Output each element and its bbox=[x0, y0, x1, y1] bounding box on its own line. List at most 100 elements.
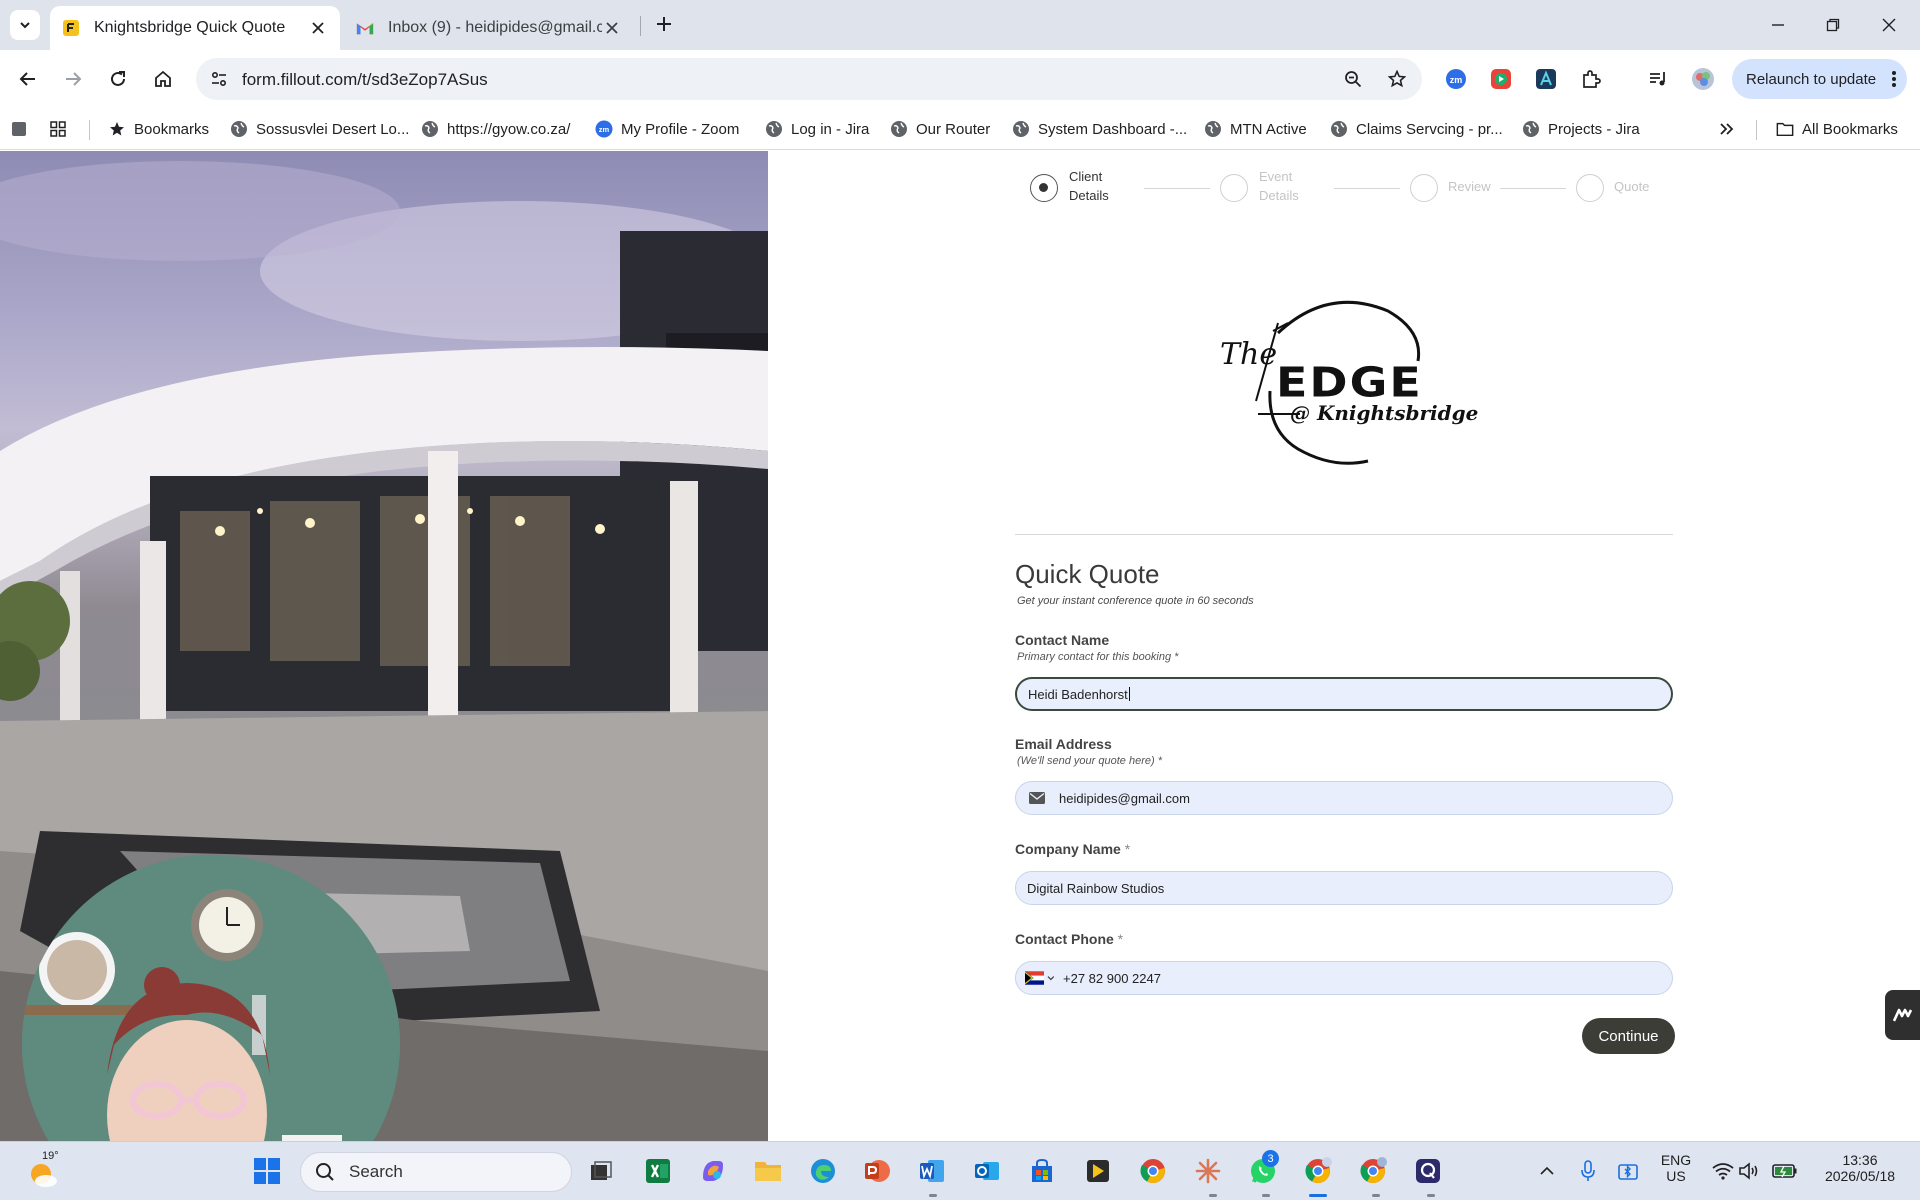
minimize-button[interactable] bbox=[1763, 10, 1793, 40]
file-explorer-icon[interactable] bbox=[753, 1156, 783, 1186]
svg-text:zm: zm bbox=[1450, 75, 1463, 85]
a-extension-icon[interactable] bbox=[1533, 66, 1559, 92]
bookmark-label: Sossusvlei Desert Lo... bbox=[256, 120, 410, 138]
forward-button[interactable] bbox=[57, 63, 89, 95]
profile-avatar-icon[interactable] bbox=[1690, 66, 1716, 92]
extensions-puzzle-icon[interactable] bbox=[1578, 66, 1604, 92]
tab-gmail-inbox[interactable]: Inbox (9) - heidipides@gmail.co bbox=[344, 6, 634, 50]
language-indicator[interactable]: ENG US bbox=[1656, 1152, 1696, 1184]
fillout-widget-button[interactable] bbox=[1885, 990, 1920, 1040]
zoom-extension-icon[interactable]: zm bbox=[1443, 66, 1469, 92]
active-step-dot bbox=[1039, 183, 1048, 192]
step-indicator-client-details bbox=[1030, 174, 1058, 202]
taskbar-search[interactable]: Search bbox=[300, 1152, 572, 1192]
step-connector bbox=[1500, 188, 1566, 189]
site-info-icon[interactable] bbox=[206, 66, 232, 92]
bookmark-item[interactable]: Sossusvlei Desert Lo... bbox=[230, 117, 409, 141]
step-label-client-details: Client Details bbox=[1069, 167, 1129, 205]
relaunch-to-update-button[interactable]: Relaunch to update bbox=[1732, 59, 1907, 99]
edge-icon[interactable] bbox=[808, 1156, 838, 1186]
bookmark-item[interactable]: Bookmarks bbox=[108, 117, 209, 141]
tab-strip: Knightsbridge Quick Quote Inbox (9) - he… bbox=[0, 0, 1920, 50]
media-controls-icon[interactable] bbox=[1645, 66, 1671, 92]
step-label-review: Review bbox=[1448, 177, 1508, 196]
task-view-icon[interactable] bbox=[586, 1156, 616, 1186]
clock[interactable]: 13:36 2026/05/18 bbox=[1810, 1152, 1910, 1184]
screen-recorder-extension-icon[interactable] bbox=[1488, 66, 1514, 92]
bluetooth-device-icon[interactable] bbox=[1613, 1156, 1643, 1186]
more-bookmarks-button[interactable] bbox=[1718, 117, 1734, 141]
bookmark-label: Bookmarks bbox=[134, 120, 210, 138]
restore-button[interactable] bbox=[1818, 10, 1848, 40]
reload-button[interactable] bbox=[102, 63, 134, 95]
form-heading: Quick Quote bbox=[1015, 559, 1160, 589]
new-tab-button[interactable] bbox=[652, 12, 676, 36]
continue-button[interactable]: Continue bbox=[1582, 1018, 1675, 1054]
email-help-text: (We'll send your quote here) bbox=[1017, 755, 1155, 767]
bookmark-item[interactable]: Log in - Jira bbox=[765, 117, 869, 141]
excel-icon[interactable] bbox=[643, 1156, 673, 1186]
globe-icon bbox=[890, 120, 908, 138]
copilot-icon[interactable] bbox=[698, 1156, 728, 1186]
start-button[interactable] bbox=[252, 1156, 282, 1186]
battery-charging-icon[interactable] bbox=[1770, 1156, 1800, 1186]
tab-search-button[interactable] bbox=[10, 10, 40, 40]
close-window-button[interactable] bbox=[1874, 10, 1904, 40]
bookmark-item[interactable]: https://gyow.co.za/ bbox=[421, 117, 570, 141]
volume-icon[interactable] bbox=[1734, 1156, 1764, 1186]
company-name-input[interactable]: Digital Rainbow Studios bbox=[1015, 871, 1673, 905]
fillout-favicon-icon bbox=[62, 19, 80, 37]
bookmark-item[interactable]: Claims Servcing - pr... bbox=[1330, 117, 1503, 141]
logo-text-edge: EDGE bbox=[1276, 357, 1423, 407]
powerpoint-icon[interactable] bbox=[862, 1156, 892, 1186]
microphone-icon[interactable] bbox=[1573, 1156, 1603, 1186]
search-icon bbox=[315, 1162, 335, 1182]
zoom-lens-button[interactable] bbox=[1340, 66, 1366, 92]
email-label-text: Email Address bbox=[1015, 736, 1112, 752]
address-bar[interactable]: form.fillout.com/t/sd3eZop7ASus bbox=[196, 58, 1422, 100]
double-chevron-right-icon bbox=[1720, 123, 1734, 135]
outlook-icon[interactable] bbox=[972, 1156, 1002, 1186]
contact-phone-input[interactable]: +27 82 900 2247 bbox=[1015, 961, 1673, 995]
microsoft-store-icon[interactable] bbox=[1027, 1156, 1057, 1186]
country-code-select[interactable] bbox=[1025, 970, 1055, 986]
chevron-up-icon[interactable] bbox=[1532, 1156, 1562, 1186]
logo-text-knightsbridge: @ Knightsbridge bbox=[1290, 401, 1479, 425]
tab-separator bbox=[640, 16, 641, 36]
step-label-line: Details bbox=[1069, 188, 1109, 203]
app-q-icon[interactable] bbox=[1413, 1156, 1443, 1186]
bookmark-label: Projects - Jira bbox=[1548, 120, 1640, 138]
bookmark-item[interactable]: Projects - Jira bbox=[1522, 117, 1640, 141]
tab-groups-button[interactable] bbox=[10, 117, 28, 141]
email-input[interactable]: heidipides@gmail.com bbox=[1015, 781, 1673, 815]
tab-knightsbridge-quick-quote[interactable]: Knightsbridge Quick Quote bbox=[50, 6, 340, 50]
running-indicator bbox=[929, 1194, 937, 1197]
globe-icon bbox=[1330, 120, 1348, 138]
bookmark-item[interactable]: System Dashboard -... bbox=[1012, 117, 1187, 141]
contact-name-input[interactable]: Heidi Badenhorst bbox=[1015, 677, 1673, 711]
claude-icon[interactable] bbox=[1193, 1156, 1223, 1186]
chrome-profile-icon[interactable] bbox=[1303, 1156, 1333, 1186]
home-button[interactable] bbox=[147, 63, 179, 95]
bookmark-label: Log in - Jira bbox=[791, 120, 870, 138]
back-button[interactable] bbox=[12, 63, 44, 95]
close-tab-icon[interactable] bbox=[308, 18, 328, 38]
chrome-profile-2-icon[interactable] bbox=[1358, 1156, 1388, 1186]
apps-button[interactable] bbox=[49, 117, 67, 141]
mail-icon bbox=[1029, 792, 1045, 804]
tab-title: Knightsbridge Quick Quote bbox=[94, 19, 286, 36]
the-edge-knightsbridge-logo: The EDGE @ Knightsbridge bbox=[1218, 291, 1478, 481]
bookmark-item[interactable]: zm My Profile - Zoom bbox=[595, 117, 739, 141]
bookmark-star-button[interactable] bbox=[1384, 66, 1410, 92]
media-app-icon[interactable] bbox=[1083, 1156, 1113, 1186]
form-subheading: Get your instant conference quote in 60 … bbox=[1017, 595, 1254, 607]
all-bookmarks-button[interactable]: All Bookmarks bbox=[1776, 117, 1898, 141]
chrome-icon[interactable] bbox=[1138, 1156, 1168, 1186]
bookmark-item[interactable]: Our Router bbox=[890, 117, 990, 141]
page-content: wsp bbox=[0, 151, 1920, 1141]
word-icon[interactable] bbox=[917, 1156, 947, 1186]
globe-icon bbox=[1012, 120, 1030, 138]
company-name-value: Digital Rainbow Studios bbox=[1027, 880, 1165, 896]
close-tab-icon[interactable] bbox=[602, 18, 622, 38]
bookmark-item[interactable]: MTN Active bbox=[1204, 117, 1307, 141]
